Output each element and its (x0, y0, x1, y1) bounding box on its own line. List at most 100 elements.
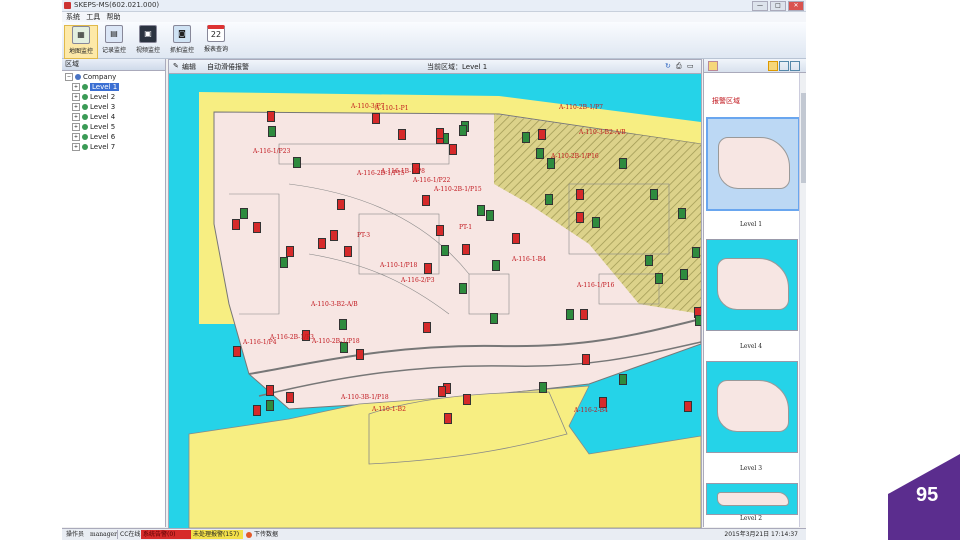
alarm-device-icon[interactable] (233, 346, 241, 357)
normal-device-icon[interactable] (240, 208, 248, 219)
expand-icon[interactable]: + (72, 103, 80, 111)
alarm-device-icon[interactable] (286, 392, 294, 403)
alarm-device-icon[interactable] (684, 401, 692, 412)
collapse-icon[interactable]: − (65, 73, 73, 81)
tree-item-level-3[interactable]: + Level 3 (72, 103, 115, 112)
normal-device-icon[interactable] (522, 132, 530, 143)
alarm-device-icon[interactable] (232, 219, 240, 230)
normal-device-icon[interactable] (477, 205, 485, 216)
refresh-icon[interactable]: ↻ (665, 62, 671, 70)
normal-device-icon[interactable] (280, 257, 288, 268)
tile-view-icon[interactable] (790, 61, 800, 71)
alarm-device-icon[interactable] (424, 263, 432, 274)
normal-device-icon[interactable] (692, 247, 700, 258)
edit-icon[interactable]: ✎ (173, 62, 179, 70)
alarm-device-icon[interactable] (462, 244, 470, 255)
tree-item-level-5[interactable]: + Level 5 (72, 123, 115, 132)
normal-device-icon[interactable] (678, 208, 686, 219)
alarm-device-icon[interactable] (253, 222, 261, 233)
normal-device-icon[interactable] (459, 283, 467, 294)
close-button[interactable]: ✕ (788, 1, 804, 11)
normal-device-icon[interactable] (695, 315, 701, 326)
alarm-device-icon[interactable] (337, 199, 345, 210)
normal-device-icon[interactable] (655, 273, 663, 284)
normal-device-icon[interactable] (680, 269, 688, 280)
alarm-device-icon[interactable] (253, 405, 261, 416)
normal-device-icon[interactable] (268, 126, 276, 137)
record-monitor-button[interactable]: ▤ 记录监控 (98, 25, 130, 57)
expand-icon[interactable]: + (72, 93, 80, 101)
edit-button[interactable]: 编辑 (182, 62, 196, 72)
alarm-thumbnail-1[interactable] (706, 117, 800, 211)
expand-icon[interactable]: + (72, 83, 80, 91)
menu-tools[interactable]: 工具 (86, 12, 100, 22)
scrollbar-thumb[interactable] (801, 93, 806, 183)
normal-device-icon[interactable] (545, 194, 553, 205)
alarm-device-icon[interactable] (576, 212, 584, 223)
normal-device-icon[interactable] (339, 319, 347, 330)
normal-device-icon[interactable] (619, 374, 627, 385)
alarm-device-icon[interactable] (512, 233, 520, 244)
alarm-device-icon[interactable] (286, 246, 294, 257)
normal-device-icon[interactable] (459, 125, 467, 136)
tree-item-level-1[interactable]: + Level 1 (72, 83, 120, 92)
save-icon[interactable]: ▭ (687, 62, 694, 70)
expand-icon[interactable]: + (72, 133, 80, 141)
normal-device-icon[interactable] (441, 245, 449, 256)
alarm-thumbnail-4[interactable] (706, 483, 798, 515)
alarm-device-icon[interactable] (422, 195, 430, 206)
normal-device-icon[interactable] (539, 382, 547, 393)
normal-device-icon[interactable] (619, 158, 627, 169)
normal-device-icon[interactable] (566, 309, 574, 320)
expand-icon[interactable]: + (72, 123, 80, 131)
tree-item-level-4[interactable]: + Level 4 (72, 113, 115, 122)
alarm-device-icon[interactable] (372, 113, 380, 124)
alarm-device-icon[interactable] (436, 128, 444, 139)
video-monitor-button[interactable]: ▣ 视频监控 (132, 25, 164, 57)
maximize-button[interactable]: □ (770, 1, 786, 11)
alarm-device-icon[interactable] (449, 144, 457, 155)
system-alarm-status[interactable]: 系统告警(0) (141, 530, 191, 539)
alarm-device-icon[interactable] (318, 238, 326, 249)
alarm-device-icon[interactable] (330, 230, 338, 241)
print-icon[interactable]: ⎙ (676, 62, 682, 71)
alarm-device-icon[interactable] (576, 189, 584, 200)
alarm-panel-scrollbar[interactable] (799, 73, 806, 527)
alarm-device-icon[interactable] (398, 129, 406, 140)
alarm-device-icon[interactable] (538, 129, 546, 140)
normal-device-icon[interactable] (490, 313, 498, 324)
floor-map[interactable]: A-110-2B-1/P18 A-110-3B-1/P18 PT-1 A-110-2B… (169, 74, 701, 528)
normal-device-icon[interactable] (486, 210, 494, 221)
normal-device-icon[interactable] (492, 260, 500, 271)
grid-view-icon[interactable] (779, 61, 789, 71)
tree-item-level-6[interactable]: + Level 6 (72, 133, 115, 142)
alarm-device-icon[interactable] (444, 413, 452, 424)
alarm-filter-icon[interactable] (708, 61, 718, 71)
single-view-icon[interactable] (768, 61, 778, 71)
alarm-device-icon[interactable] (356, 349, 364, 360)
expand-icon[interactable]: + (72, 113, 80, 121)
alarm-device-icon[interactable] (267, 111, 275, 122)
unhandled-alarm-status[interactable]: 未处理报警(157) (191, 530, 243, 539)
download-data-status[interactable]: 下传数据 (244, 530, 280, 539)
normal-device-icon[interactable] (645, 255, 653, 266)
auto-alarm-button[interactable]: 自动滑倦报警 (207, 62, 249, 72)
map-monitor-button[interactable]: ▦ 地图监控 (64, 25, 98, 59)
tree-item-level-2[interactable]: + Level 2 (72, 93, 115, 102)
menu-system[interactable]: 系统 (66, 12, 80, 22)
expand-icon[interactable]: + (72, 143, 80, 151)
alarm-device-icon[interactable] (344, 246, 352, 257)
alarm-thumbnail-2[interactable] (706, 239, 798, 331)
alarm-thumbnail-3[interactable] (706, 361, 798, 453)
capture-monitor-button[interactable]: ◙ 抓拍监控 (166, 25, 198, 57)
alarm-device-icon[interactable] (423, 322, 431, 333)
minimize-button[interactable]: — (752, 1, 768, 11)
tree-root-company[interactable]: − Company (65, 73, 116, 82)
alarm-device-icon[interactable] (463, 394, 471, 405)
menu-help[interactable]: 帮助 (106, 12, 120, 22)
alarm-device-icon[interactable] (436, 225, 444, 236)
alarm-device-icon[interactable] (438, 386, 446, 397)
normal-device-icon[interactable] (266, 400, 274, 411)
tree-item-level-7[interactable]: + Level 7 (72, 143, 115, 152)
normal-device-icon[interactable] (650, 189, 658, 200)
